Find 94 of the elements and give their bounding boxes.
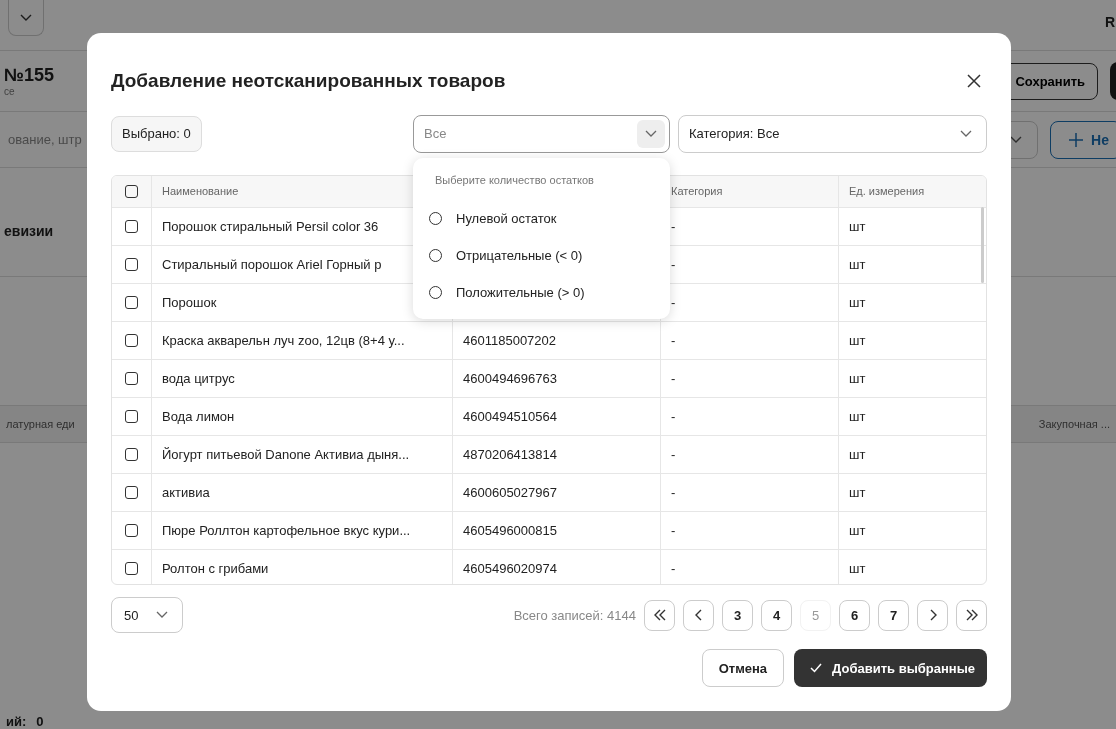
table-cell: шт bbox=[849, 218, 866, 234]
radio-option[interactable]: Нулевой остаток bbox=[429, 199, 658, 237]
option-label: Отрицательные (< 0) bbox=[456, 247, 583, 263]
option-label: Нулевой остаток bbox=[456, 210, 557, 226]
table-cell: Стиральный порошок Ariel Горный р bbox=[162, 256, 382, 272]
radio-option[interactable]: Положительные (> 0) bbox=[429, 273, 658, 311]
row-checkbox[interactable] bbox=[125, 447, 138, 461]
table-cell: - bbox=[671, 560, 676, 576]
checkmark-icon bbox=[810, 663, 823, 673]
row-checkbox[interactable] bbox=[125, 485, 138, 499]
dialog-title: Добавление неотсканированных товаров bbox=[111, 69, 506, 92]
add-selected-button[interactable]: Добавить выбранные bbox=[794, 649, 987, 687]
table-cell: 4600494696763 bbox=[463, 370, 557, 386]
chevron-down-icon bbox=[20, 13, 32, 22]
table-cell: активиа bbox=[162, 484, 210, 500]
table-cell: - bbox=[671, 446, 676, 462]
column-header: Ед. измерения bbox=[849, 185, 925, 198]
close-icon bbox=[967, 73, 981, 88]
table-cell: - bbox=[671, 408, 676, 424]
row-checkbox[interactable] bbox=[125, 409, 138, 423]
table-cell: 4605496000815 bbox=[463, 522, 557, 538]
page-button[interactable]: 4 bbox=[761, 599, 792, 631]
table-cell: шт bbox=[849, 256, 866, 272]
column-header: Категория bbox=[671, 185, 723, 198]
table-cell: 4601185007202 bbox=[463, 332, 557, 348]
table-cell: - bbox=[671, 370, 676, 386]
table-cell: 4870206413814 bbox=[463, 446, 557, 462]
table-cell: 4605496020974 bbox=[463, 560, 557, 576]
table-cell: шт bbox=[849, 560, 866, 576]
table-cell: шт bbox=[849, 332, 866, 348]
table-cell: шт bbox=[849, 408, 866, 424]
page-button[interactable]: 6 bbox=[839, 599, 870, 631]
double-chevron-left-icon bbox=[652, 609, 667, 621]
scrollbar[interactable] bbox=[981, 206, 984, 283]
table-cell: шт bbox=[849, 446, 866, 462]
table-cell: - bbox=[671, 484, 676, 500]
column-header: Наименование bbox=[162, 185, 239, 198]
previous-page-button[interactable] bbox=[683, 599, 714, 631]
table-cell: Ролтон с грибами bbox=[162, 560, 269, 576]
first-page-button[interactable] bbox=[644, 599, 675, 631]
column-header: Закупочная ... bbox=[1037, 418, 1111, 430]
table-cell: шт bbox=[849, 484, 866, 500]
plus-icon bbox=[1069, 132, 1084, 147]
double-chevron-right-icon bbox=[964, 609, 979, 621]
menu-title: Выберите количество остатков bbox=[435, 173, 595, 186]
total-label: ий: bbox=[6, 714, 27, 729]
table-cell: вода цитрус bbox=[162, 370, 235, 386]
stock-select[interactable]: Все bbox=[413, 114, 670, 153]
table-cell: Йогурт питьевой Danone Активиа дыня... bbox=[162, 446, 410, 462]
next-page-button[interactable] bbox=[917, 599, 948, 631]
chevron-left-icon bbox=[694, 609, 703, 621]
page-button[interactable]: 3 bbox=[722, 599, 753, 631]
page-button[interactable]: 7 bbox=[878, 599, 909, 631]
row-checkbox[interactable] bbox=[125, 295, 138, 309]
row-checkbox[interactable] bbox=[125, 333, 138, 347]
table-cell: Порошок стиральный Persil color 36 bbox=[162, 218, 379, 234]
total-value: 0 bbox=[36, 714, 44, 729]
row-checkbox[interactable] bbox=[125, 523, 138, 537]
table-cell: - bbox=[671, 294, 676, 310]
chevron-down-icon bbox=[156, 611, 168, 619]
table-cell: 4600605027967 bbox=[463, 484, 557, 500]
selected-count-button[interactable]: Выбрано: 0 bbox=[111, 115, 202, 152]
row-checkbox[interactable] bbox=[125, 257, 138, 271]
table-cell: 4600494510564 bbox=[463, 408, 557, 424]
row-checkbox[interactable] bbox=[125, 219, 138, 233]
header-text: R bbox=[1105, 14, 1116, 30]
total-records: Всего записей: 4144 bbox=[513, 607, 636, 623]
row-checkbox[interactable] bbox=[125, 371, 138, 385]
document-title: №155 bbox=[4, 65, 55, 86]
cancel-button[interactable]: Отмена bbox=[701, 649, 785, 687]
row-checkbox[interactable] bbox=[125, 561, 138, 575]
table-cell: Вода лимон bbox=[162, 408, 235, 424]
table-cell: - bbox=[671, 522, 676, 538]
table-cell: шт bbox=[849, 370, 866, 386]
chevron-down-icon bbox=[645, 129, 657, 138]
chevron-down-icon bbox=[960, 129, 972, 138]
page-size-select[interactable]: 50 bbox=[111, 597, 183, 633]
column-header: латурная еди bbox=[5, 418, 76, 430]
last-page-button[interactable] bbox=[956, 599, 987, 631]
document-subtitle: се bbox=[4, 86, 16, 97]
table-cell: Порошок bbox=[162, 294, 217, 310]
table-cell: - bbox=[671, 256, 676, 272]
section-title: евизии bbox=[3, 223, 54, 239]
table-cell: - bbox=[671, 332, 676, 348]
table-cell: - bbox=[671, 218, 676, 234]
chevron-right-icon bbox=[928, 609, 937, 621]
table-cell: шт bbox=[849, 522, 866, 538]
table-cell: Краска акварельн луч zoo, 12цв (8+4 у... bbox=[162, 332, 405, 348]
radio-option[interactable]: Отрицательные (< 0) bbox=[429, 236, 658, 274]
table-cell: шт bbox=[849, 294, 866, 310]
select-all-checkbox[interactable] bbox=[125, 184, 138, 198]
option-label: Положительные (> 0) bbox=[456, 284, 585, 300]
category-select[interactable]: Категория: Все bbox=[678, 114, 987, 153]
table-cell: Пюре Роллтон картофельное вкус кури... bbox=[162, 522, 411, 538]
